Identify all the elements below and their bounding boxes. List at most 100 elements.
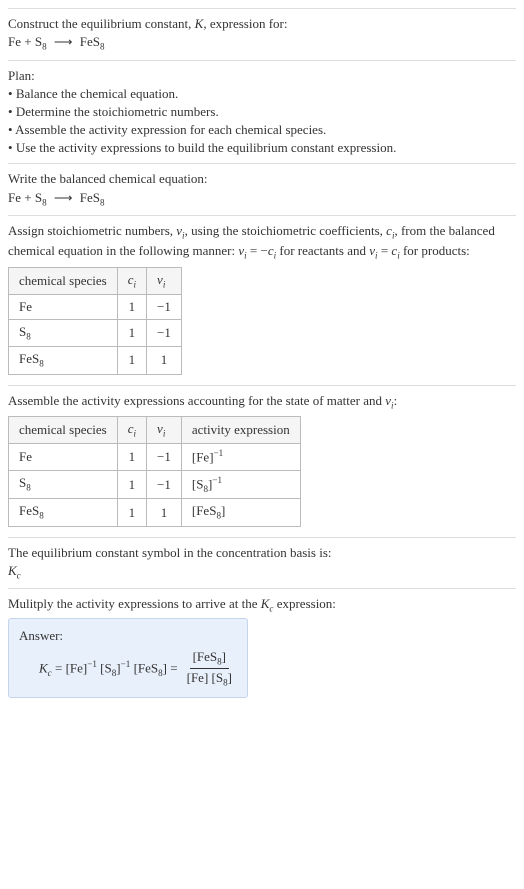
cell-species: FeS8: [9, 347, 118, 374]
sub: 8: [39, 511, 44, 521]
cell-ci: 1: [117, 320, 146, 347]
table-header-row: chemical species ci νi activity expressi…: [9, 417, 301, 444]
intro-section: Construct the equilibrium constant, K, e…: [8, 8, 516, 60]
answer-box: Answer: Kc = [Fe]−1 [S8]−1 [FeS8] = [FeS…: [8, 618, 248, 699]
sup: −1: [212, 475, 222, 485]
col-species: chemical species: [9, 267, 118, 294]
i-sub: i: [134, 429, 137, 439]
intro-equation: Fe + S8 ⟶ FeS8: [8, 33, 516, 53]
cell-activity: [S8]−1: [181, 470, 300, 499]
col-ci: ci: [117, 267, 146, 294]
txt: ]: [222, 649, 226, 664]
table-row: FeS8 1 1 [FeS8]: [9, 499, 301, 526]
table-row: Fe 1 −1 [Fe]−1: [9, 444, 301, 471]
txt: [Fe] [S: [187, 670, 223, 685]
cell-activity: [FeS8]: [181, 499, 300, 526]
txt: [Fe]: [192, 450, 214, 465]
activity-table: chemical species ci νi activity expressi…: [8, 416, 301, 527]
s8-sub: 8: [42, 197, 47, 207]
plan-item: Use the activity expressions to build th…: [8, 139, 516, 157]
cell-ci: 1: [117, 444, 146, 471]
txt: [S: [192, 476, 204, 491]
cell-species: Fe: [9, 444, 118, 471]
basis-text: The equilibrium constant symbol in the c…: [8, 544, 516, 562]
activity-section: Assemble the activity expressions accoun…: [8, 385, 516, 537]
col-species: chemical species: [9, 417, 118, 444]
plan-item: Balance the chemical equation.: [8, 85, 516, 103]
txt: =: [167, 660, 178, 675]
answer-expression: Kc = [Fe]−1 [S8]−1 [FeS8] = [FeS8] [Fe] …: [39, 648, 237, 690]
txt: , using the stoichiometric coefficients,: [185, 223, 387, 238]
basis-section: The equilibrium constant symbol in the c…: [8, 537, 516, 589]
txt: =: [378, 243, 392, 258]
cell-nui: 1: [147, 499, 182, 526]
intro-text: Construct the equilibrium constant,: [8, 16, 195, 31]
c-sub: c: [17, 571, 21, 581]
eq-rhs: FeS: [80, 34, 100, 49]
eq-lhs: Fe + S: [8, 34, 42, 49]
stoich-table: chemical species ci νi Fe 1 −1 S8 1 −1 F…: [8, 267, 182, 375]
cell-activity: [Fe]−1: [181, 444, 300, 471]
balanced-equation: Fe + S8 ⟶ FeS8: [8, 189, 516, 209]
txt: Assign stoichiometric numbers,: [8, 223, 176, 238]
cell-nui: 1: [147, 347, 182, 374]
table-row: S8 1 −1: [9, 320, 182, 347]
txt: Assemble the activity expressions accoun…: [8, 393, 385, 408]
sub: 8: [26, 332, 31, 342]
txt: for reactants and: [276, 243, 369, 258]
i-sub: i: [163, 429, 166, 439]
txt: [FeS: [134, 660, 159, 675]
table-row: Fe 1 −1: [9, 294, 182, 319]
plan-item: Determine the stoichiometric numbers.: [8, 103, 516, 121]
cell-species: FeS8: [9, 499, 118, 526]
answer-label: Answer:: [19, 627, 237, 645]
cell-species: Fe: [9, 294, 118, 319]
i-sub: i: [134, 279, 137, 289]
txt: [S: [100, 660, 112, 675]
txt: ]: [221, 503, 225, 518]
stoich-section: Assign stoichiometric numbers, νi, using…: [8, 215, 516, 385]
col-activity: activity expression: [181, 417, 300, 444]
txt: = −: [247, 243, 268, 258]
txt: ]: [228, 670, 232, 685]
txt: FeS: [19, 351, 39, 366]
plan-list: Balance the chemical equation. Determine…: [8, 85, 516, 158]
cell-ci: 1: [117, 499, 146, 526]
cell-nui: −1: [147, 470, 182, 499]
sup: −1: [214, 448, 224, 458]
balanced-section: Write the balanced chemical equation: Fe…: [8, 163, 516, 215]
sup: −1: [87, 659, 97, 669]
k-sym: K: [39, 660, 48, 675]
col-nui: νi: [147, 417, 182, 444]
fes8-sub: 8: [100, 42, 105, 52]
arrow-icon: ⟶: [54, 189, 73, 207]
table-header-row: chemical species ci νi: [9, 267, 182, 294]
col-ci: ci: [117, 417, 146, 444]
cell-ci: 1: [117, 347, 146, 374]
intro-line: Construct the equilibrium constant, K, e…: [8, 15, 516, 33]
sup: −1: [121, 659, 131, 669]
plan-item: Assemble the activity expression for eac…: [8, 121, 516, 139]
txt: =: [52, 660, 66, 675]
bal-rhs: FeS: [80, 190, 100, 205]
sub: 8: [26, 483, 31, 493]
plan-title: Plan:: [8, 67, 516, 85]
kc-lhs: Kc = [Fe]−1 [S8]−1 [FeS8] =: [39, 658, 178, 680]
kc-symbol: Kc: [8, 562, 516, 582]
balanced-title: Write the balanced chemical equation:: [8, 170, 516, 188]
txt: FeS: [19, 503, 39, 518]
arrow-icon: ⟶: [54, 33, 73, 51]
k-sym: K: [8, 563, 17, 578]
txt: expression:: [273, 596, 335, 611]
numerator: [FeS8]: [190, 648, 229, 669]
stoich-text: Assign stoichiometric numbers, νi, using…: [8, 222, 516, 263]
cell-species: S8: [9, 320, 118, 347]
i-sub: i: [163, 279, 166, 289]
cell-nui: −1: [147, 444, 182, 471]
sub: 8: [39, 359, 44, 369]
plan-section: Plan: Balance the chemical equation. Det…: [8, 60, 516, 164]
txt: [FeS: [192, 503, 217, 518]
cell-nui: −1: [147, 294, 182, 319]
cell-species: S8: [9, 470, 118, 499]
table-row: FeS8 1 1: [9, 347, 182, 374]
